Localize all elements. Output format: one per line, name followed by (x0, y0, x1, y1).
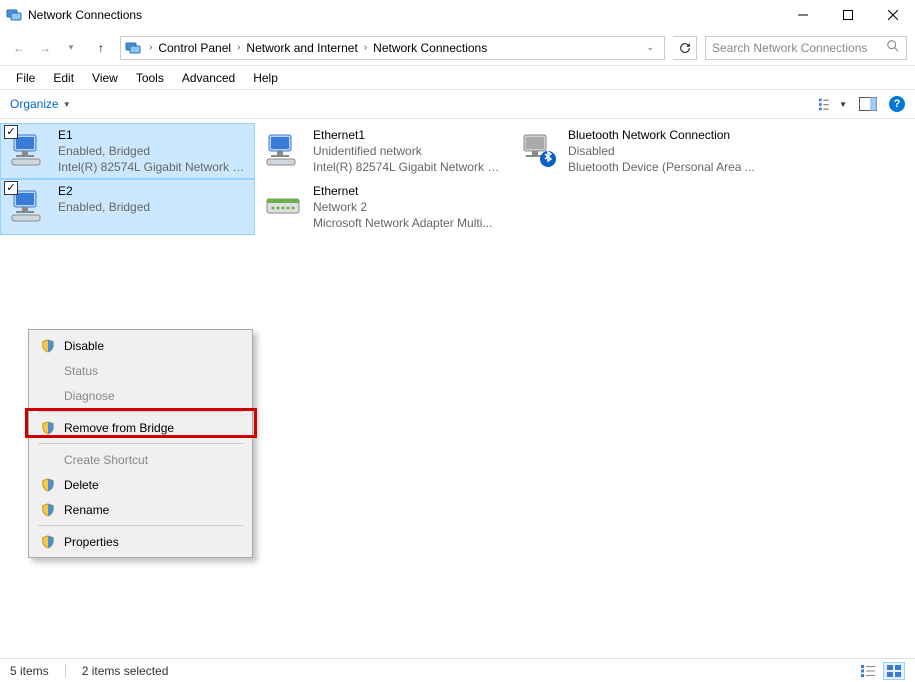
ctx-disable[interactable]: Disable (32, 333, 249, 358)
tiles-view-button[interactable] (883, 662, 905, 680)
checkbox-icon[interactable] (4, 125, 18, 139)
preview-pane-button[interactable] (859, 97, 877, 111)
location-icon (125, 40, 141, 56)
address-bar: ← → ▾ ↑ › Control Panel › Network and In… (0, 30, 915, 66)
connection-name: Ethernet1 (313, 127, 504, 143)
menu-file[interactable]: File (8, 69, 43, 87)
view-options-button[interactable]: ▼ (819, 97, 847, 111)
network-adapter-icon (6, 127, 50, 171)
status-bar: 5 items 2 items selected (0, 658, 915, 682)
window-controls (780, 0, 915, 29)
search-icon[interactable] (886, 39, 900, 56)
address-box[interactable]: › Control Panel › Network and Internet ›… (120, 36, 665, 60)
ctx-label: Remove from Bridge (64, 421, 241, 435)
connection-name: E2 (58, 183, 249, 199)
organize-button[interactable]: Organize ▼ (10, 97, 71, 111)
ctx-rename[interactable]: Rename (32, 497, 249, 522)
toolbar: Organize ▼ ▼ ? (0, 89, 915, 119)
network-adapter-icon (261, 183, 305, 227)
chevron-down-icon: ▼ (63, 100, 71, 109)
ctx-label: Disable (64, 339, 241, 353)
recent-dropdown[interactable]: ▾ (60, 37, 82, 59)
address-dropdown[interactable]: ⌄ (640, 42, 660, 53)
connection-status: Unidentified network (313, 143, 504, 159)
status-selected-count: 2 items selected (82, 664, 169, 678)
ctx-label: Diagnose (64, 389, 241, 403)
window-title: Network Connections (28, 8, 780, 22)
refresh-button[interactable] (673, 36, 697, 60)
ctx-properties[interactable]: Properties (32, 529, 249, 554)
shield-icon (40, 421, 56, 435)
menu-separator (38, 411, 243, 412)
details-view-button[interactable] (857, 662, 879, 680)
help-button[interactable]: ? (889, 96, 905, 112)
menu-separator (38, 525, 243, 526)
connection-device: Intel(R) 82574L Gigabit Network C... (313, 159, 504, 175)
forward-button[interactable]: → (34, 37, 56, 59)
context-menu: Disable Status Diagnose Remove from Brid… (28, 329, 253, 558)
connection-item-bluetooth[interactable]: Bluetooth Network Connection Disabled Bl… (510, 123, 765, 179)
menu-help[interactable]: Help (245, 69, 286, 87)
up-button[interactable]: ↑ (90, 37, 112, 59)
ctx-diagnose[interactable]: Diagnose (32, 383, 249, 408)
ctx-delete[interactable]: Delete (32, 472, 249, 497)
organize-label: Organize (10, 97, 59, 111)
menu-advanced[interactable]: Advanced (174, 69, 243, 87)
connection-status: Network 2 (313, 199, 504, 215)
close-button[interactable] (870, 0, 915, 29)
menu-separator (38, 443, 243, 444)
search-input[interactable] (712, 41, 886, 55)
shield-icon (40, 339, 56, 353)
connection-status: Enabled, Bridged (58, 199, 249, 215)
connection-item-ethernet[interactable]: Ethernet Network 2 Microsoft Network Ada… (255, 179, 510, 235)
titlebar: Network Connections (0, 0, 915, 30)
connection-item-e2[interactable]: E2 Enabled, Bridged (0, 179, 255, 235)
connection-item-ethernet1[interactable]: Ethernet1 Unidentified network Intel(R) … (255, 123, 510, 179)
search-box[interactable] (705, 36, 907, 60)
shield-icon (40, 535, 56, 549)
ctx-label: Create Shortcut (64, 453, 241, 467)
connection-status: Disabled (568, 143, 759, 159)
connection-name: Ethernet (313, 183, 504, 199)
chevron-right-icon[interactable]: › (145, 42, 156, 53)
ctx-label: Status (64, 364, 241, 378)
chevron-down-icon: ▼ (839, 100, 847, 109)
connection-device: Bluetooth Device (Personal Area ... (568, 159, 759, 175)
separator (65, 664, 66, 678)
network-adapter-icon (6, 183, 50, 227)
chevron-right-icon[interactable]: › (360, 42, 371, 53)
connection-name: Bluetooth Network Connection (568, 127, 759, 143)
maximize-button[interactable] (825, 0, 870, 29)
ctx-label: Rename (64, 503, 241, 517)
menu-tools[interactable]: Tools (128, 69, 172, 87)
connection-name: E1 (58, 127, 249, 143)
minimize-button[interactable] (780, 0, 825, 29)
breadcrumb-control-panel[interactable]: Control Panel (156, 41, 233, 55)
app-icon (6, 7, 22, 23)
ctx-remove-from-bridge[interactable]: Remove from Bridge (32, 415, 249, 440)
status-item-count: 5 items (10, 664, 49, 678)
ctx-status[interactable]: Status (32, 358, 249, 383)
connection-item-e1[interactable]: E1 Enabled, Bridged Intel(R) 82574L Giga… (0, 123, 255, 179)
content-area: E1 Enabled, Bridged Intel(R) 82574L Giga… (0, 119, 915, 679)
connection-device: Intel(R) 82574L Gigabit Network C... (58, 159, 249, 175)
menu-edit[interactable]: Edit (45, 69, 82, 87)
chevron-right-icon[interactable]: › (233, 42, 244, 53)
ctx-create-shortcut[interactable]: Create Shortcut (32, 447, 249, 472)
ctx-label: Properties (64, 535, 241, 549)
connection-status: Enabled, Bridged (58, 143, 249, 159)
checkbox-icon[interactable] (4, 181, 18, 195)
menu-view[interactable]: View (84, 69, 126, 87)
menu-bar: File Edit View Tools Advanced Help (0, 66, 915, 89)
network-adapter-icon (261, 127, 305, 171)
back-button[interactable]: ← (8, 37, 30, 59)
shield-icon (40, 478, 56, 492)
network-adapter-icon (516, 127, 560, 171)
breadcrumb-network-internet[interactable]: Network and Internet (244, 41, 359, 55)
connection-device: Microsoft Network Adapter Multi... (313, 215, 504, 231)
ctx-label: Delete (64, 478, 241, 492)
breadcrumb-network-connections[interactable]: Network Connections (371, 41, 489, 55)
shield-icon (40, 503, 56, 517)
